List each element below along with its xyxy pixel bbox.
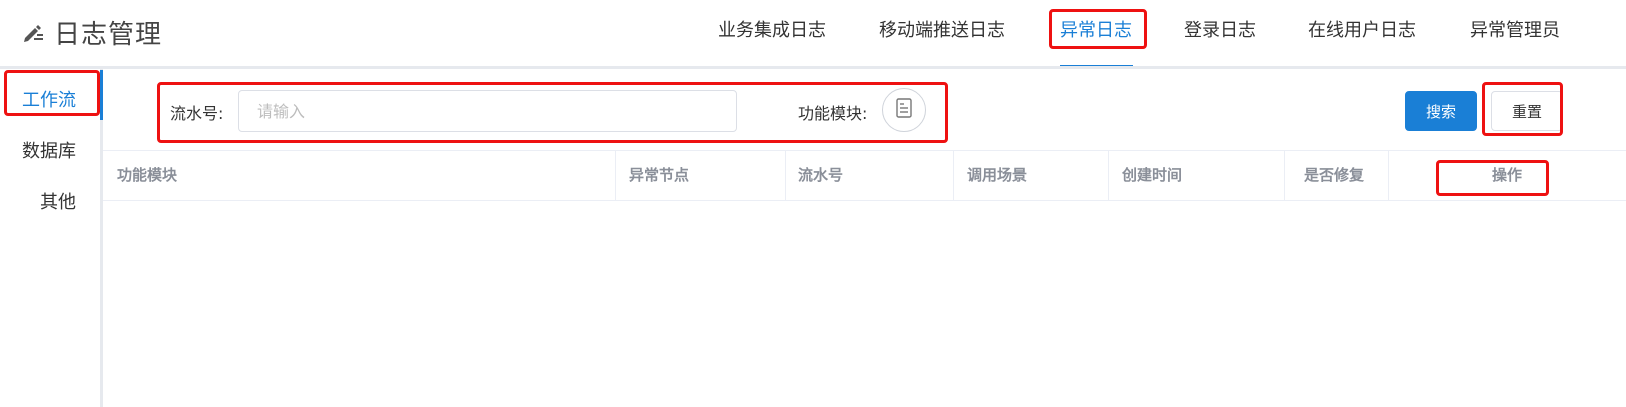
column-separator bbox=[1284, 151, 1285, 200]
header: 日志管理 业务集成日志 移动端推送日志 异常日志 登录日志 在线用户日志 异常管… bbox=[0, 0, 1626, 68]
reset-button[interactable]: 重置 bbox=[1491, 91, 1563, 131]
column-header-exception-node: 异常节点 bbox=[629, 166, 690, 184]
tab-business-integration-log[interactable]: 业务集成日志 bbox=[718, 0, 826, 68]
tab-exception-log[interactable]: 异常日志 bbox=[1060, 0, 1133, 68]
column-header-serial-number: 流水号 bbox=[798, 166, 844, 184]
top-nav: 业务集成日志 移动端推送日志 异常日志 登录日志 在线用户日志 异常管理员 bbox=[0, 0, 1626, 68]
sidebar-item-other[interactable]: 其他 bbox=[40, 188, 76, 214]
sidebar: 工作流 数据库 其他 bbox=[0, 69, 100, 407]
tab-login-log[interactable]: 登录日志 bbox=[1184, 0, 1256, 68]
search-button[interactable]: 搜索 bbox=[1405, 91, 1477, 131]
column-header-created-time: 创建时间 bbox=[1122, 166, 1183, 184]
serial-number-input[interactable] bbox=[238, 90, 737, 132]
table-body bbox=[103, 201, 1626, 407]
app-root: 日志管理 业务集成日志 移动端推送日志 异常日志 登录日志 在线用户日志 异常管… bbox=[0, 0, 1626, 407]
tab-mobile-push-log[interactable]: 移动端推送日志 bbox=[879, 0, 1005, 68]
serial-number-label: 流水号: bbox=[170, 104, 224, 123]
function-module-label: 功能模块: bbox=[798, 104, 868, 123]
sidebar-active-indicator bbox=[100, 70, 103, 120]
header-divider bbox=[0, 66, 1626, 69]
column-header-is-fixed: 是否修复 bbox=[1304, 166, 1365, 184]
function-module-select-button[interactable] bbox=[882, 88, 926, 132]
sidebar-item-workflow[interactable]: 工作流 bbox=[22, 86, 76, 112]
column-header-actions: 操作 bbox=[1491, 166, 1522, 184]
tab-exception-admin[interactable]: 异常管理员 bbox=[1470, 0, 1560, 68]
column-header-function-module: 功能模块 bbox=[117, 166, 178, 184]
column-header-call-scene: 调用场景 bbox=[967, 166, 1028, 184]
sidebar-item-database[interactable]: 数据库 bbox=[22, 137, 76, 163]
document-icon bbox=[895, 98, 913, 122]
tab-online-user-log[interactable]: 在线用户日志 bbox=[1308, 0, 1416, 68]
table-header: 功能模块 异常节点 流水号 调用场景 创建时间 是否修复 操作 bbox=[103, 150, 1626, 201]
